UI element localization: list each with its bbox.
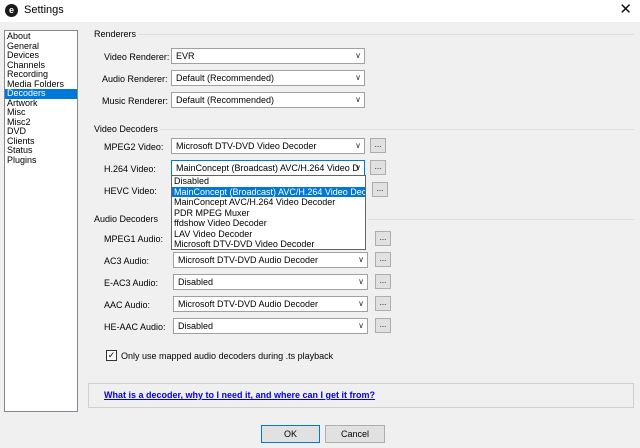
- video-decoders-divider: [160, 129, 634, 130]
- h264-video-value: MainConcept (Broadcast) AVC/H.264 Video …: [176, 163, 359, 173]
- chevron-down-icon: ∨: [355, 73, 361, 82]
- music-renderer-label: Music Renderer:: [102, 96, 169, 106]
- heaac-audio-value: Disabled: [178, 321, 214, 331]
- dropdown-option[interactable]: Microsoft DTV-DVD Video Decoder: [172, 239, 365, 250]
- title-bar: e Settings ✕: [0, 0, 640, 22]
- h264-video-select[interactable]: MainConcept (Broadcast) AVC/H.264 Video …: [171, 160, 365, 176]
- chevron-down-icon: ∨: [355, 51, 361, 60]
- audio-renderer-value: Default (Recommended): [176, 73, 275, 83]
- ac3-audio-value: Microsoft DTV-DVD Audio Decoder: [178, 255, 319, 265]
- ac3-audio-config-button[interactable]: ...: [375, 252, 391, 267]
- mpeg2-video-select[interactable]: Microsoft DTV-DVD Video Decoder ∨: [171, 138, 365, 154]
- audio-renderer-select[interactable]: Default (Recommended) ∨: [171, 70, 365, 86]
- eac3-audio-value: Disabled: [178, 277, 214, 287]
- h264-video-label: H.264 Video:: [104, 164, 156, 174]
- audio-decoders-heading: Audio Decoders: [94, 214, 159, 224]
- hevc-video-label: HEVC Video:: [104, 186, 157, 196]
- h264-video-config-button[interactable]: ...: [370, 160, 386, 175]
- ok-button[interactable]: OK: [261, 425, 320, 443]
- eac3-audio-select[interactable]: Disabled ∨: [173, 274, 368, 290]
- hevc-video-config-button[interactable]: ...: [372, 182, 388, 197]
- chevron-down-icon: ∨: [355, 163, 361, 172]
- video-renderer-select[interactable]: EVR ∨: [171, 48, 365, 64]
- aac-audio-label: AAC Audio:: [104, 300, 151, 310]
- close-icon[interactable]: ✕: [619, 1, 632, 19]
- help-link-box: What is a decoder, why to I need it, and…: [88, 383, 634, 408]
- heaac-audio-select[interactable]: Disabled ∨: [173, 318, 368, 334]
- sidebar-item-plugins[interactable]: Plugins: [5, 155, 77, 166]
- mapped-audio-decoders-checkbox[interactable]: ✓: [106, 350, 117, 361]
- ac3-audio-label: AC3 Audio:: [104, 256, 150, 266]
- cancel-button[interactable]: Cancel: [325, 425, 385, 443]
- eac3-audio-config-button[interactable]: ...: [375, 274, 391, 289]
- chevron-down-icon: ∨: [358, 277, 364, 286]
- video-renderer-value: EVR: [176, 51, 195, 61]
- video-decoders-heading: Video Decoders: [94, 124, 158, 134]
- dropdown-option[interactable]: MainConcept (Broadcast) AVC/H.264 Video …: [172, 186, 365, 197]
- chevron-down-icon: ∨: [358, 255, 364, 264]
- chevron-down-icon: ∨: [355, 141, 361, 150]
- aac-audio-config-button[interactable]: ...: [375, 296, 391, 311]
- heaac-audio-config-button[interactable]: ...: [375, 318, 391, 333]
- dropdown-option[interactable]: LAV Video Decoder: [172, 229, 365, 240]
- dropdown-option[interactable]: Disabled: [172, 176, 365, 187]
- decoder-help-link[interactable]: What is a decoder, why to I need it, and…: [104, 390, 375, 400]
- renderers-divider: [138, 34, 634, 35]
- app-icon: e: [5, 4, 18, 17]
- chevron-down-icon: ∨: [358, 299, 364, 308]
- chevron-down-icon: ∨: [355, 95, 361, 104]
- audio-renderer-label: Audio Renderer:: [102, 74, 168, 84]
- heaac-audio-label: HE-AAC Audio:: [104, 322, 166, 332]
- mpeg2-video-label: MPEG2 Video:: [104, 142, 164, 152]
- renderers-heading: Renderers: [94, 29, 137, 39]
- mpeg2-video-value: Microsoft DTV-DVD Video Decoder: [176, 141, 317, 151]
- aac-audio-select[interactable]: Microsoft DTV-DVD Audio Decoder ∨: [173, 296, 368, 312]
- chevron-down-icon: ∨: [358, 321, 364, 330]
- aac-audio-value: Microsoft DTV-DVD Audio Decoder: [178, 299, 319, 309]
- mpeg1-audio-config-button[interactable]: ...: [375, 231, 391, 246]
- music-renderer-value: Default (Recommended): [176, 95, 275, 105]
- mpeg2-video-config-button[interactable]: ...: [370, 138, 386, 153]
- window-title: Settings: [24, 4, 64, 16]
- music-renderer-select[interactable]: Default (Recommended) ∨: [171, 92, 365, 108]
- audio-decoders-divider: [368, 219, 634, 220]
- h264-video-dropdown-list[interactable]: Disabled MainConcept (Broadcast) AVC/H.26…: [171, 175, 366, 250]
- dropdown-option[interactable]: ffdshow Video Decoder: [172, 218, 365, 229]
- sidebar: About General Devices Channels Recording Medi…: [4, 30, 78, 412]
- eac3-audio-label: E-AC3 Audio:: [104, 278, 159, 288]
- video-renderer-label: Video Renderer:: [104, 52, 170, 62]
- dropdown-option[interactable]: MainConcept AVC/H.264 Video Decoder: [172, 197, 365, 208]
- dropdown-option[interactable]: PDR MPEG Muxer: [172, 208, 365, 219]
- mapped-audio-decoders-label: Only use mapped audio decoders during .t…: [121, 351, 334, 361]
- mpeg1-audio-label: MPEG1 Audio:: [104, 234, 164, 244]
- ac3-audio-select[interactable]: Microsoft DTV-DVD Audio Decoder ∨: [173, 252, 368, 268]
